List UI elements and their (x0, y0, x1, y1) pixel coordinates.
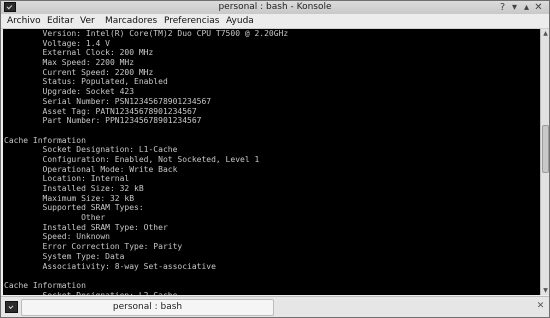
terminal-line: Serial Number: PSN12345678901234567 (4, 96, 212, 106)
help-icon[interactable]: ? (497, 2, 508, 13)
terminal-line: Status: Populated, Enabled (4, 77, 168, 87)
menu-editar[interactable]: Editar (47, 14, 74, 28)
terminal-line: Part Number: PPN12345678901234567 (4, 116, 202, 126)
new-tab-icon[interactable] (5, 301, 18, 313)
terminal-line: Other (4, 213, 106, 223)
minimize-icon[interactable]: ▾ (509, 2, 520, 13)
terminal-line: Supported SRAM Types: (4, 203, 144, 213)
close-icon[interactable]: ✕ (533, 2, 544, 13)
terminal-line: Current Speed: 2200 MHz (4, 67, 154, 77)
menu-ayuda[interactable]: Ayuda (226, 14, 254, 28)
terminal-line: Associativity: 8-way Set-associative (4, 261, 216, 271)
terminal-line: Asset Tag: PATN12345678901234567 (4, 106, 197, 116)
terminal-line: Location: Internal (4, 174, 130, 184)
terminal-line: Socket Designation: L1-Cache (4, 145, 178, 155)
scroll-down-icon[interactable]: ▼ (541, 286, 549, 295)
terminal-line: Speed: Unknown (4, 232, 110, 242)
terminal-line: Installed Size: 32 kB (4, 184, 144, 193)
terminal-line: Voltage: 1.4 V (4, 38, 110, 48)
close-tab-icon[interactable]: ✕ (535, 301, 546, 312)
terminal-line: Upgrade: Socket 423 (4, 87, 135, 97)
terminal-line: System Type: Data (4, 251, 125, 261)
menu-ver[interactable]: Ver (80, 14, 95, 28)
terminal-line: Installed SRAM Type: Other (4, 222, 168, 232)
konsole-window: personal : bash - Konsole ? ▾ ▴ ✕ Archiv… (0, 0, 550, 318)
terminal-line: Configuration: Enabled, Not Socketed, Le… (4, 154, 260, 164)
scroll-up-icon[interactable]: ▲ (541, 29, 549, 38)
tab-label: personal : bash (112, 302, 183, 312)
terminal-line: Max Speed: 2200 MHz (4, 58, 135, 68)
terminal-line: Socket Designation: L2-Cache (3, 291, 540, 295)
terminal-line: External Clock: 200 MHz (4, 48, 154, 58)
tab-personal-bash[interactable]: personal : bash (21, 299, 274, 316)
menu-bar: Archivo Editar Ver Marcadores Preferenci… (1, 14, 549, 29)
menu-marcadores[interactable]: Marcadores (105, 14, 157, 28)
vertical-scrollbar[interactable]: ▲ ▼ (540, 29, 549, 295)
terminal-line: Cache Information (4, 135, 86, 145)
window-title: personal : bash - Konsole (218, 2, 332, 12)
terminal-line: Operational Mode: Write Back (4, 164, 178, 174)
scrollbar-thumb[interactable] (542, 125, 549, 173)
tab-bar: personal : bash ✕ (1, 296, 549, 317)
menu-archivo[interactable]: Archivo (7, 14, 41, 28)
terminal-line: Error Correction Type: Parity (4, 242, 183, 252)
menu-preferencias[interactable]: Preferencias (164, 14, 219, 28)
terminal-line: Cache Information (4, 280, 86, 290)
terminal-output[interactable]: Version: Intel(R) Core(TM)2 Duo CPU T750… (3, 29, 540, 295)
terminal-line: Version: Intel(R) Core(TM)2 Duo CPU T750… (4, 29, 289, 38)
terminal-line: Maximum Size: 32 kB (4, 193, 135, 203)
title-bar[interactable]: personal : bash - Konsole ? ▾ ▴ ✕ (1, 1, 549, 15)
maximize-icon[interactable]: ▴ (521, 2, 532, 13)
